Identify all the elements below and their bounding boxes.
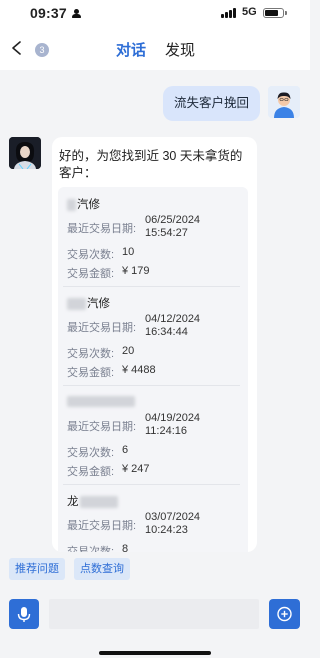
count-label: 交易次数: xyxy=(67,348,115,360)
tab-chat[interactable]: 对话 xyxy=(116,39,146,60)
customer-name xyxy=(67,396,135,408)
user-avatar xyxy=(268,86,300,118)
bot-avatar xyxy=(9,137,41,169)
amount-value: ¥ 247 xyxy=(122,463,150,475)
customer-name: 汽修 xyxy=(67,295,110,311)
last-date-value: 06/25/2024 xyxy=(145,214,201,226)
divider xyxy=(63,484,240,485)
customer-name: 龙 xyxy=(67,493,118,509)
person-icon xyxy=(72,9,81,19)
amount-label: 交易金额: xyxy=(67,367,115,379)
battery-icon xyxy=(263,8,287,18)
recommended-questions-button[interactable]: 推荐问题 xyxy=(9,558,65,580)
status-bar: 09:37 5G xyxy=(0,0,310,28)
count-value: 8 xyxy=(122,543,129,552)
back-icon[interactable] xyxy=(10,41,24,55)
microphone-icon xyxy=(17,607,31,622)
count-label: 交易次数: xyxy=(67,447,115,459)
message-input[interactable] xyxy=(49,599,259,629)
amount-label: 交易金额: xyxy=(67,268,115,280)
unread-badge: 3 xyxy=(35,43,49,57)
divider xyxy=(63,385,240,386)
count-label: 交易次数: xyxy=(67,249,115,261)
last-time-value: 11:24:16 xyxy=(145,425,188,437)
count-value: 20 xyxy=(122,345,135,357)
amount-value: ¥ 4488 xyxy=(122,364,156,376)
points-query-button[interactable]: 点数查询 xyxy=(74,558,130,580)
last-time-value: 10:24:23 xyxy=(145,524,188,536)
nav-bar: 3 对话 发现 xyxy=(0,28,310,70)
amount-value: ¥ 179 xyxy=(122,265,150,277)
amount-label: 交易金额: xyxy=(67,466,115,478)
count-value: 10 xyxy=(122,246,135,258)
last-date-value: 04/19/2024 xyxy=(145,412,201,424)
bot-message-bubble: 好的，为您找到近 30 天未拿货的客户： 汽修 最近交易日期: 06/25/20… xyxy=(52,137,257,552)
last-time-value: 15:54:27 xyxy=(145,227,188,239)
tab-discover[interactable]: 发现 xyxy=(165,39,195,60)
divider xyxy=(63,286,240,287)
mic-button[interactable] xyxy=(9,599,39,629)
last-date-label: 最近交易日期: xyxy=(67,223,137,235)
last-date-label: 最近交易日期: xyxy=(67,322,137,334)
network-type: 5G xyxy=(242,6,257,18)
last-date-value: 03/07/2024 xyxy=(145,511,201,523)
plus-circle-icon xyxy=(277,606,292,622)
home-indicator xyxy=(99,651,211,655)
bot-intro-text: 好的，为您找到近 30 天未拿货的客户： xyxy=(59,149,243,180)
signal-icon xyxy=(221,8,239,18)
count-label: 交易次数: xyxy=(67,546,115,552)
last-time-value: 16:34:44 xyxy=(145,326,188,338)
user-message-bubble: 流失客户挽回 xyxy=(163,86,260,121)
status-time: 09:37 xyxy=(30,5,67,21)
customer-name: 汽修 xyxy=(67,196,100,212)
customer-list: 汽修 最近交易日期: 06/25/2024 15:54:27 交易次数: 10 … xyxy=(58,187,248,552)
count-value: 6 xyxy=(122,444,129,456)
last-date-label: 最近交易日期: xyxy=(67,520,137,532)
last-date-label: 最近交易日期: xyxy=(67,421,137,433)
last-date-value: 04/12/2024 xyxy=(145,313,201,325)
add-button[interactable] xyxy=(269,599,300,629)
